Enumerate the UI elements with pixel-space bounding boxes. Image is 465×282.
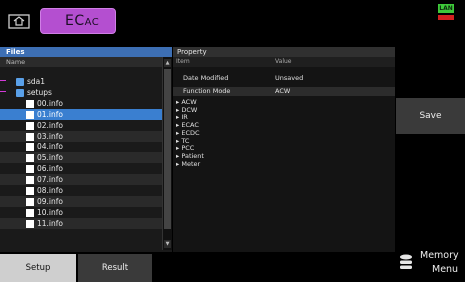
file-item[interactable]: 03.info [0,130,162,142]
file-item[interactable]: 09.info [0,195,162,207]
tree-marker [0,91,6,92]
file-item[interactable]: 00.info [0,98,162,109]
file-item[interactable]: 08.info [0,185,162,196]
scroll-up-icon[interactable]: ▲ [164,59,171,67]
file-item[interactable]: 05.info [0,152,162,164]
property-value: Unsaved [275,74,304,82]
top-bar: ECAC LAN [0,0,465,40]
file-item[interactable]: 10.info [0,207,162,218]
item-label: setups [27,87,52,97]
files-column-header: Name [0,57,162,67]
database-icon [400,254,412,269]
memory-menu-button[interactable]: Memory Menu [396,248,465,282]
folder-item[interactable]: sda1 [0,76,162,87]
item-label: 01.info [37,109,63,119]
tab-result[interactable]: Result [78,254,152,282]
group-label: ▸ Meter [176,160,200,168]
file-icon [26,132,34,141]
file-item[interactable]: 04.info [0,141,162,152]
file-icon [26,110,34,119]
file-item[interactable]: 01.info [0,108,162,120]
item-label: 10.info [37,207,63,217]
test-mode-button[interactable]: ECAC [40,8,116,34]
scroll-thumb[interactable] [164,69,171,229]
files-panel: Files Name sda1 setups 00.info 01.info 02.in… [0,47,172,252]
item-label: 07.info [37,175,63,185]
scroll-down-icon[interactable]: ▼ [164,240,171,248]
alarm-indicator [438,15,454,20]
save-button[interactable]: Save [396,98,465,134]
tab-setup[interactable]: Setup [0,254,76,282]
file-icon [26,165,34,174]
file-item[interactable]: 06.info [0,163,162,174]
file-icon [26,176,34,185]
item-label: 08.info [37,186,63,195]
file-icon [26,208,34,217]
property-item: Function Mode [183,87,231,95]
file-icon [26,187,34,195]
item-label: 11.info [37,218,63,228]
tree-marker [0,80,6,81]
folder-item[interactable]: setups [0,87,162,98]
files-scrollbar[interactable]: ▲ ▼ [162,57,172,250]
files-title: Files [0,47,172,57]
property-row: Date Modified Unsaved [173,74,395,83]
file-icon [26,99,34,108]
item-label: sda1 [27,77,46,86]
property-header: Item Value [173,57,395,67]
lan-status-badge: LAN [438,4,454,13]
file-icon [26,154,34,163]
file-item[interactable]: 11.info [0,217,162,229]
property-group[interactable]: ▸ Meter [173,160,395,168]
item-label: 03.info [37,131,63,141]
item-label: 06.info [37,164,63,174]
file-icon [26,121,34,130]
file-icon [26,219,34,228]
menu-label: Menu [432,264,459,275]
folder-icon [16,78,24,86]
property-panel: Property Item Value Date Modified Unsave… [173,47,395,252]
col-item: Item [176,58,190,65]
group-name: Meter [181,159,201,168]
property-item: Date Modified [183,74,229,82]
item-label: 05.info [37,153,63,163]
file-item[interactable]: 07.info [0,174,162,186]
item-label: 09.info [37,196,63,206]
test-mode-label: ECAC [65,13,100,29]
property-value: ACW [275,87,291,95]
file-icon [26,197,34,206]
home-icon[interactable] [8,12,32,30]
file-icon [26,143,34,152]
item-label: 00.info [37,98,63,108]
item-label: 02.info [37,120,63,130]
file-item[interactable]: 02.info [0,120,162,131]
memory-label: Memory [420,250,459,261]
folder-icon [16,88,24,97]
property-title: Property [173,47,395,57]
col-value: Value [275,58,292,65]
item-label: 04.info [37,142,63,152]
property-row: Function Mode ACW [173,87,395,96]
